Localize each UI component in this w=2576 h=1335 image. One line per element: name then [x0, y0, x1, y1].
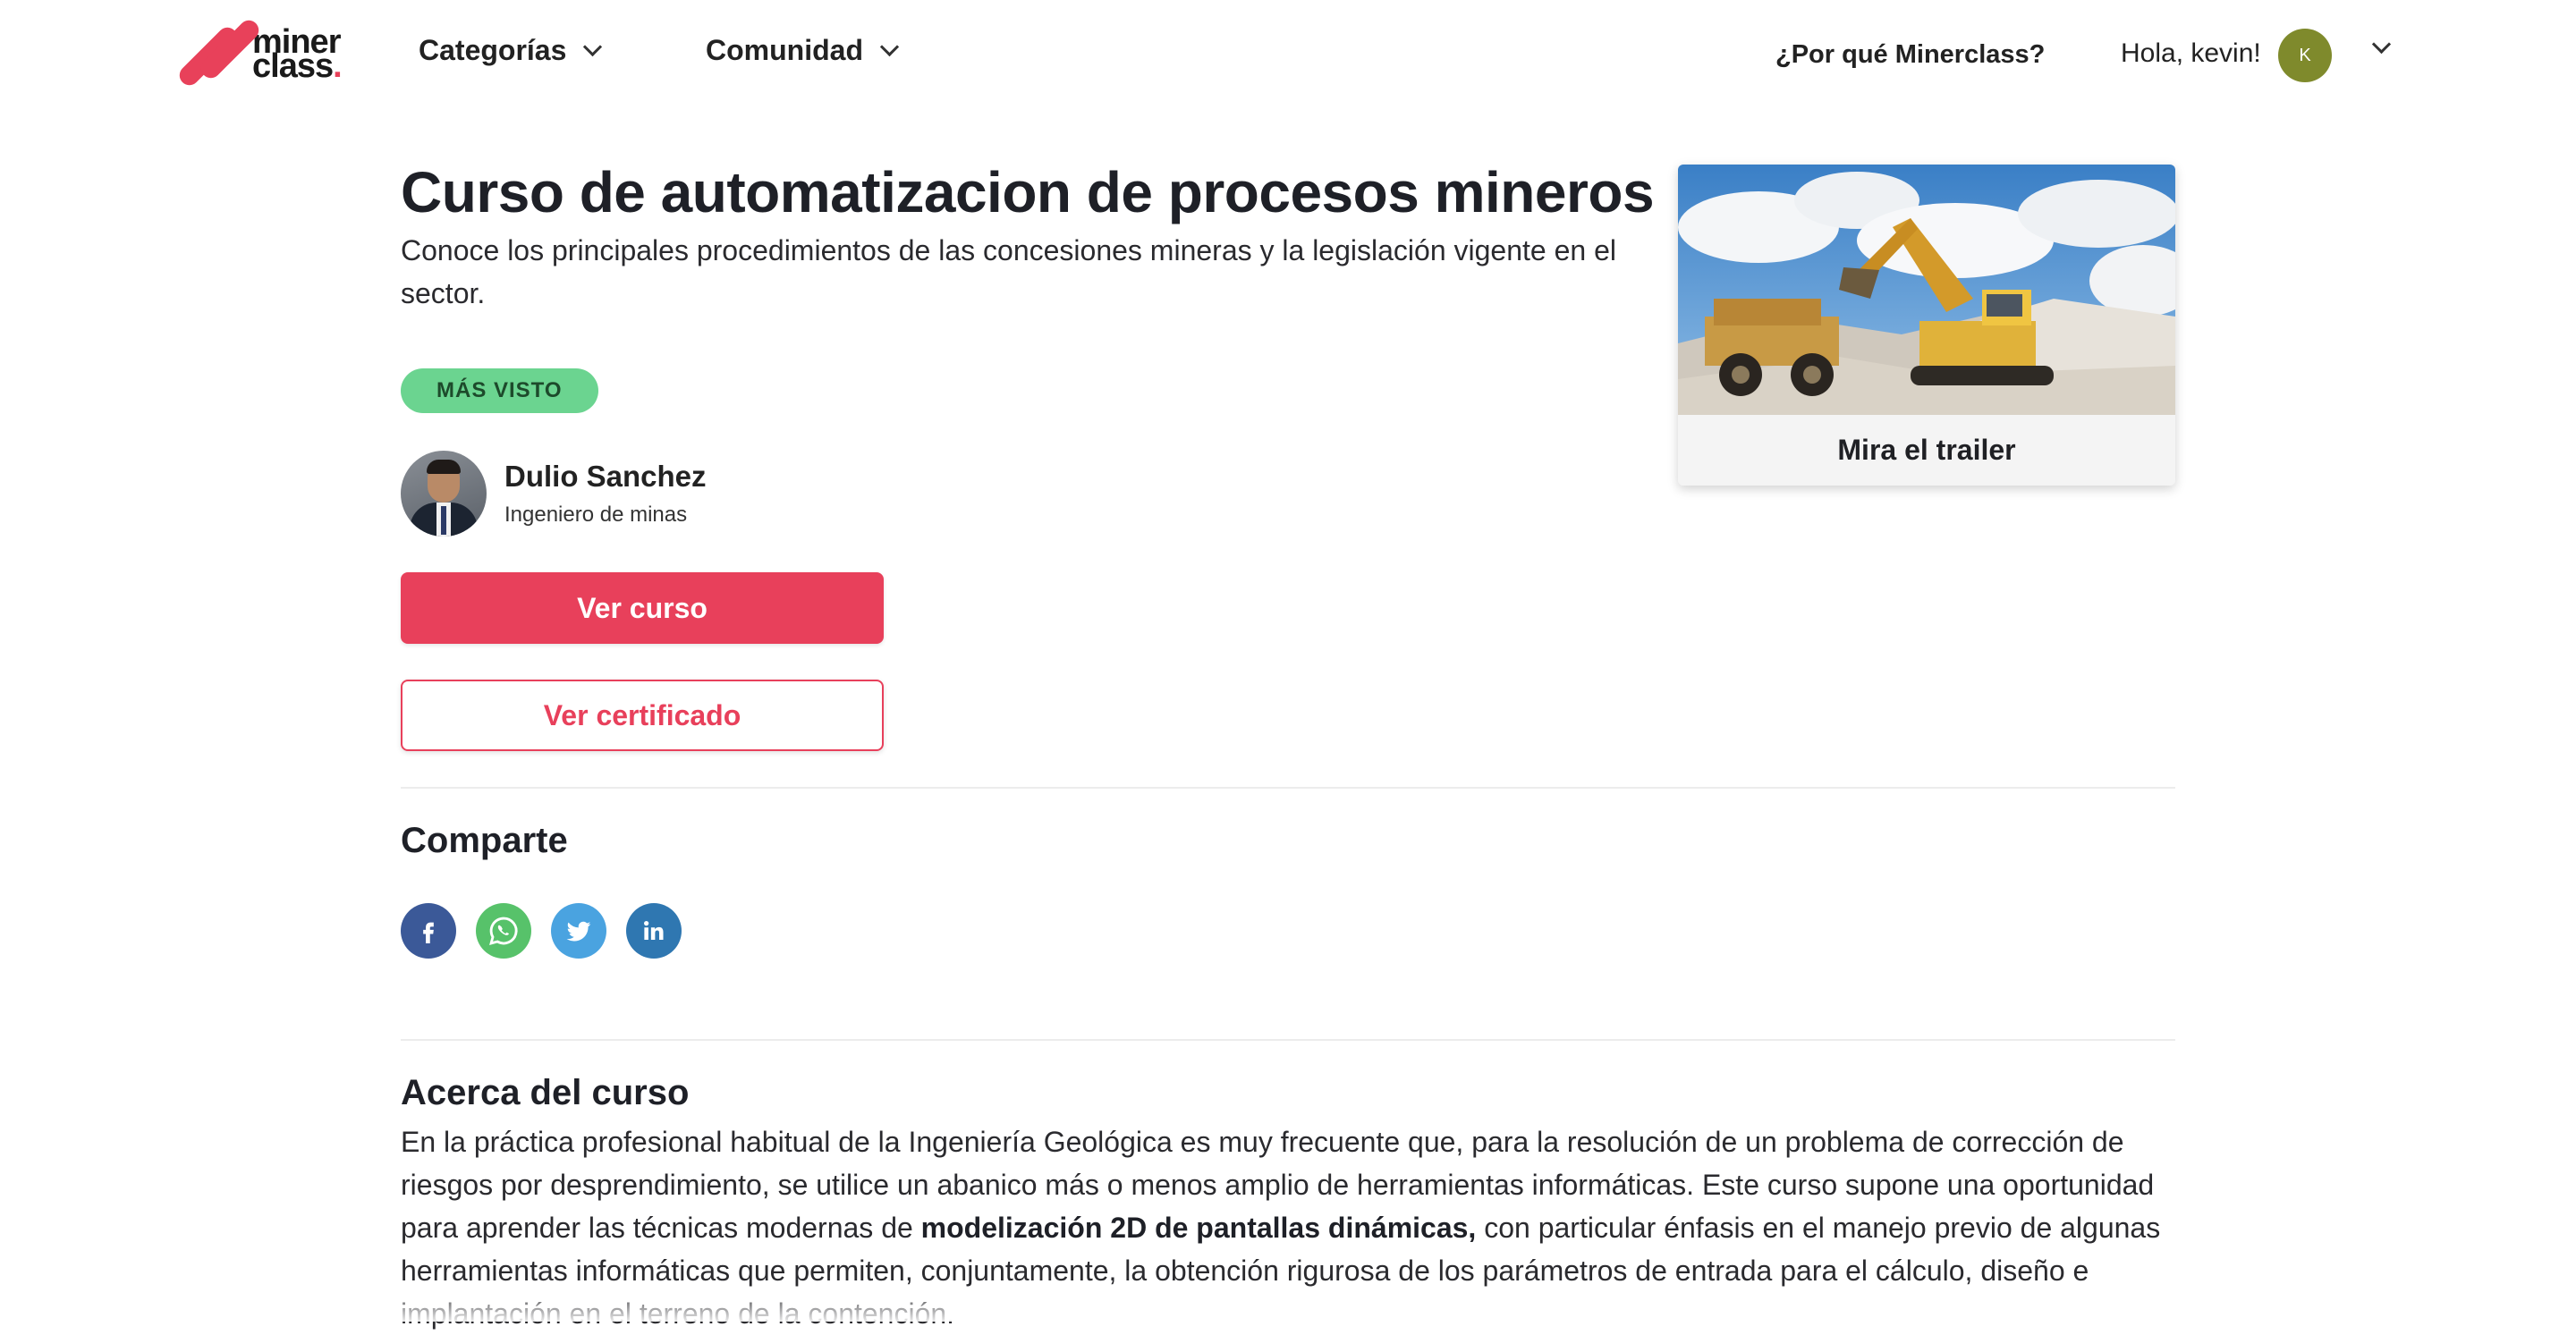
course-subtitle: Conoce los principales procedimientos de…	[401, 234, 1616, 309]
instructor-info: Dulio Sanchez Ingeniero de minas	[504, 457, 707, 530]
facebook-icon	[423, 922, 434, 943]
chevron-down-icon	[879, 37, 900, 57]
nav-categories-dropdown[interactable]: Categorías	[419, 34, 603, 67]
course-title: Curso de automatizacion de procesos mine…	[401, 160, 1655, 224]
trailer-thumbnail	[1678, 165, 2175, 415]
why-minerclass-link[interactable]: ¿Por qué Minerclass?	[1775, 40, 2045, 70]
about-text-bold: modelización 2D de pantallas dinámicas,	[920, 1212, 1477, 1244]
instructor-role: Ingeniero de minas	[504, 503, 688, 527]
nav-categories-label: Categorías	[419, 34, 567, 66]
whatsapp-share-button[interactable]	[476, 903, 531, 959]
nav-community-dropdown[interactable]: Comunidad	[706, 34, 900, 67]
logo-dot: .	[333, 47, 343, 85]
logo-text: miner class.	[252, 25, 343, 83]
user-menu-chevron-down-icon[interactable]	[2371, 34, 2392, 55]
user-avatar[interactable]: K	[2278, 29, 2332, 82]
instructor-avatar	[401, 451, 487, 537]
about-course-title: Acerca del curso	[401, 1073, 690, 1112]
linkedin-icon	[644, 921, 664, 940]
logo-mark-icon	[172, 16, 263, 89]
top-navbar: miner class. Categorías Comunidad ¿Por q…	[0, 0, 2576, 111]
linkedin-share-button[interactable]	[626, 903, 682, 959]
twitter-icon	[566, 921, 591, 942]
trailer-label: Mira el trailer	[1678, 415, 2175, 486]
twitter-share-button[interactable]	[551, 903, 606, 959]
bottom-fade	[0, 1288, 2576, 1322]
avatar-initial: K	[2299, 45, 2311, 65]
instructor-name: Dulio Sanchez	[504, 460, 707, 493]
logo-line-2-wrap: class.	[252, 49, 343, 83]
view-course-button[interactable]: Ver curso	[401, 572, 884, 644]
instructor-block: Dulio Sanchez Ingeniero de minas	[401, 451, 707, 537]
section-divider	[401, 787, 2175, 789]
view-certificate-button[interactable]: Ver certificado	[401, 680, 884, 751]
logo-line-2: class	[252, 47, 334, 85]
share-icons	[401, 903, 701, 959]
whatsapp-icon	[489, 917, 518, 945]
share-title: Comparte	[401, 821, 568, 860]
section-divider	[401, 1039, 2175, 1041]
chevron-down-icon	[583, 37, 603, 57]
nav-community-label: Comunidad	[706, 34, 863, 66]
facebook-share-button[interactable]	[401, 903, 456, 959]
trailer-card[interactable]: Mira el trailer	[1678, 165, 2175, 486]
most-viewed-badge: MÁS VISTO	[401, 368, 598, 413]
minerclass-logo[interactable]: miner class.	[172, 16, 343, 89]
user-greeting: Hola, kevin!	[2121, 38, 2261, 68]
